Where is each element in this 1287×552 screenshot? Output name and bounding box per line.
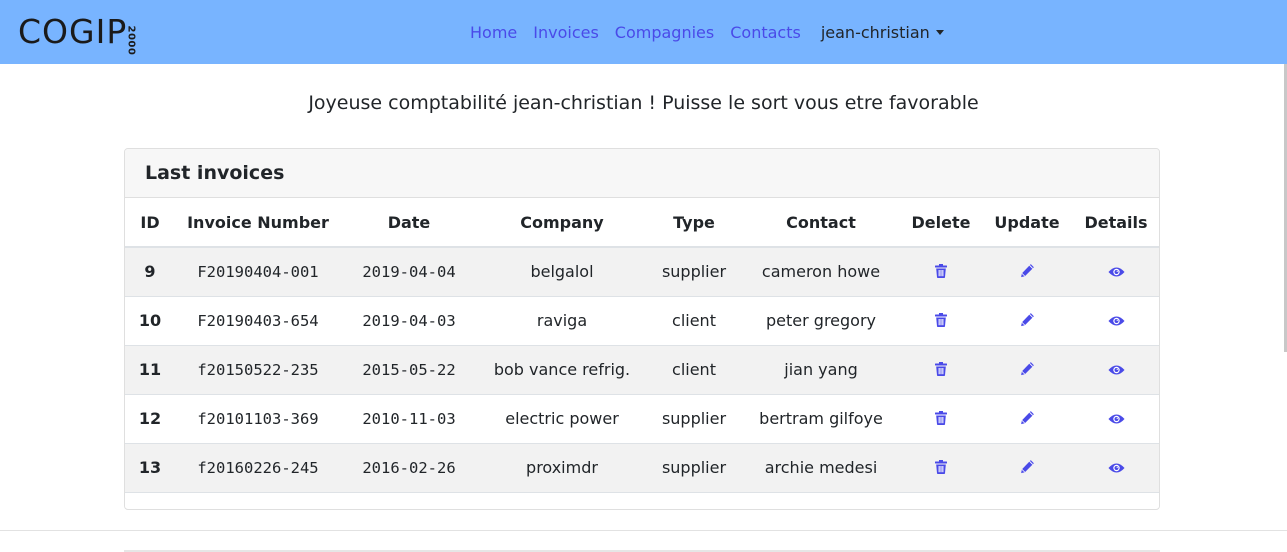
invoice-date: 2010-11-03	[341, 393, 477, 443]
delete-cell	[901, 344, 981, 394]
update-cell	[981, 246, 1073, 296]
trash-icon[interactable]	[935, 312, 947, 331]
table-row: 12 f20101103-369 2010-11-03 electric power s…	[125, 393, 1159, 443]
invoice-date: 2019-04-04	[341, 246, 477, 296]
welcome-message: Joyeuse comptabilité jean-christian ! Pu…	[308, 92, 979, 114]
details-cell	[1073, 246, 1159, 296]
nav-link-companies[interactable]: Compagnies	[615, 23, 714, 42]
caret-down-icon	[935, 29, 944, 35]
column-header-delete: Delete	[901, 198, 981, 248]
table-row: 10 F20190403-654 2019-04-03 raviga client pet…	[125, 295, 1159, 345]
column-header-type: Type	[647, 198, 741, 248]
invoice-id: 11	[125, 344, 175, 394]
invoices-table: ID Invoice Number Date Company Type Cont…	[125, 198, 1159, 508]
divider	[0, 530, 1287, 531]
update-cell	[981, 344, 1073, 394]
nav-links: Home Invoices Compagnies Contacts jean-c…	[470, 0, 944, 64]
invoice-company: bob vance refrig.	[477, 344, 647, 394]
eye-icon[interactable]	[1107, 459, 1125, 478]
invoice-number: f20101103-369	[175, 393, 341, 443]
trash-icon[interactable]	[935, 361, 947, 380]
delete-cell	[901, 295, 981, 345]
table-header-row: ID Invoice Number Date Company Type Cont…	[125, 198, 1159, 248]
update-cell	[981, 393, 1073, 443]
delete-cell	[901, 246, 981, 296]
invoice-id: 9	[125, 246, 175, 296]
invoice-contact: peter gregory	[741, 295, 901, 345]
invoice-id: 13	[125, 442, 175, 492]
user-dropdown[interactable]: jean-christian	[821, 23, 944, 42]
invoice-number: f20160226-245	[175, 442, 341, 492]
logo[interactable]: COGIP 2000	[18, 12, 137, 55]
invoice-id: 12	[125, 393, 175, 443]
trash-icon[interactable]	[935, 410, 947, 429]
table-row: 13 f20160226-245 2016-02-26 proximdr supplie…	[125, 442, 1159, 492]
invoice-type: supplier	[647, 442, 741, 492]
nav-link-contacts[interactable]: Contacts	[730, 23, 801, 42]
column-header-invoice-number: Invoice Number	[175, 198, 341, 248]
column-header-contact: Contact	[741, 198, 901, 248]
column-header-id: ID	[125, 198, 175, 248]
pencil-icon[interactable]	[1020, 459, 1035, 478]
pencil-icon[interactable]	[1020, 410, 1035, 429]
details-cell	[1073, 393, 1159, 443]
details-cell	[1073, 295, 1159, 345]
invoice-company: proximdr	[477, 442, 647, 492]
card-title: Last invoices	[125, 149, 1159, 198]
navbar: COGIP 2000 Home Invoices Compagnies Cont…	[0, 0, 1287, 64]
user-name: jean-christian	[820, 22, 930, 42]
pencil-icon[interactable]	[1020, 361, 1035, 380]
column-header-date: Date	[341, 198, 477, 248]
invoice-type: supplier	[647, 393, 741, 443]
invoice-contact: archie medesi	[741, 442, 901, 492]
invoice-contact: cameron howe	[741, 246, 901, 296]
column-header-company: Company	[477, 198, 647, 248]
invoice-number: f20150522-235	[175, 344, 341, 394]
pencil-icon[interactable]	[1020, 263, 1035, 282]
details-cell	[1073, 442, 1159, 492]
eye-icon[interactable]	[1107, 312, 1125, 331]
details-cell	[1073, 344, 1159, 394]
table-filler	[125, 491, 1159, 508]
invoice-type: client	[647, 344, 741, 394]
update-cell	[981, 295, 1073, 345]
eye-icon[interactable]	[1107, 263, 1125, 282]
invoice-type: supplier	[647, 246, 741, 296]
table-row: 9 F20190404-001 2019-04-04 belgalol supplier…	[125, 246, 1159, 296]
invoice-type: client	[647, 295, 741, 345]
brand-name: COGIP	[18, 12, 128, 51]
trash-icon[interactable]	[935, 263, 947, 282]
delete-cell	[901, 393, 981, 443]
invoice-number: F20190404-001	[175, 246, 341, 296]
delete-cell	[901, 442, 981, 492]
invoice-contact: jian yang	[741, 344, 901, 394]
column-header-update: Update	[981, 198, 1073, 248]
eye-icon[interactable]	[1107, 361, 1125, 380]
nav-link-home[interactable]: Home	[470, 23, 517, 42]
pencil-icon[interactable]	[1020, 312, 1035, 331]
column-header-details: Details	[1073, 198, 1159, 248]
table-row: 11 f20150522-235 2015-05-22 bob vance refri…	[125, 344, 1159, 394]
trash-icon[interactable]	[935, 459, 947, 478]
invoice-date: 2019-04-03	[341, 295, 477, 345]
invoice-date: 2015-05-22	[341, 344, 477, 394]
invoice-company: electric power	[477, 393, 647, 443]
update-cell	[981, 442, 1073, 492]
invoices-card: Last invoices ID Invoice Number Date Com…	[124, 148, 1160, 510]
invoice-date: 2016-02-26	[341, 442, 477, 492]
invoice-id: 10	[125, 295, 175, 345]
invoice-number: F20190403-654	[175, 295, 341, 345]
brand-year: 2000	[125, 25, 137, 55]
invoice-contact: bertram gilfoye	[741, 393, 901, 443]
invoice-company: belgalol	[477, 246, 647, 296]
nav-link-invoices[interactable]: Invoices	[533, 23, 599, 42]
eye-icon[interactable]	[1107, 410, 1125, 429]
invoice-company: raviga	[477, 295, 647, 345]
